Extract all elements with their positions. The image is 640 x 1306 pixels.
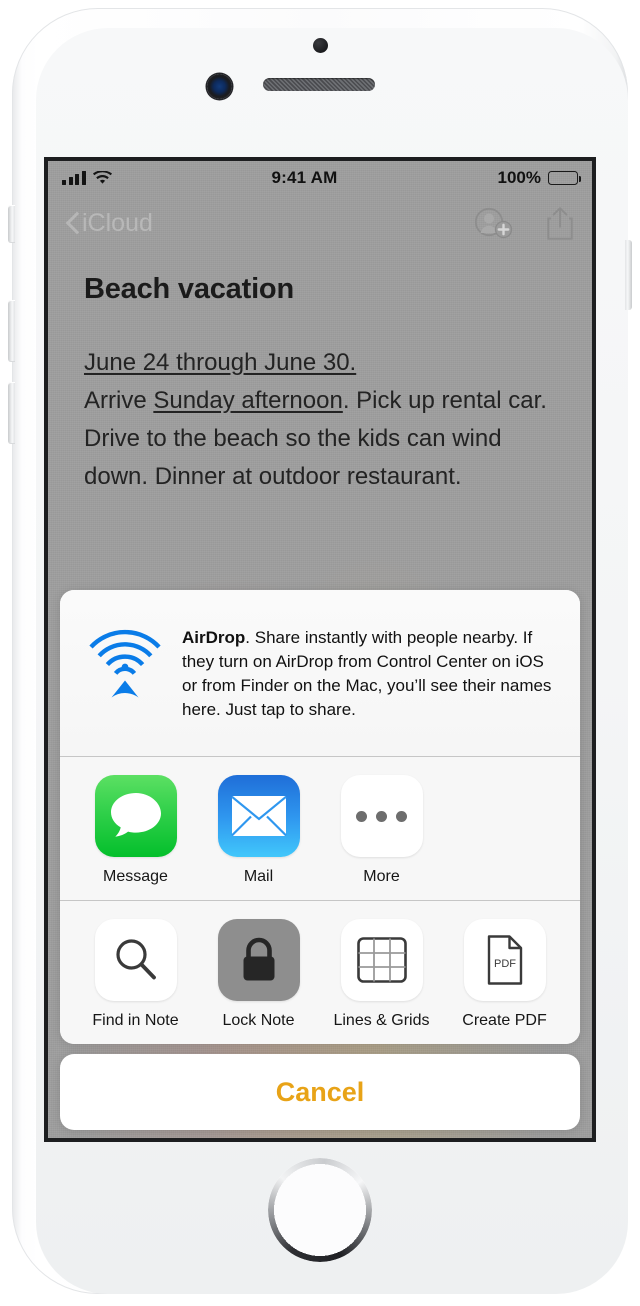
note-line2-prefix: Arrive	[84, 387, 154, 414]
home-button[interactable]	[268, 1158, 372, 1262]
back-label: iCloud	[82, 208, 153, 237]
cancel-label: Cancel	[275, 1076, 365, 1107]
airdrop-section[interactable]: AirDrop. Share instantly with people nea…	[60, 590, 580, 756]
share-target-label: Message	[103, 868, 168, 885]
share-sheet-panel: AirDrop. Share instantly with people nea…	[60, 590, 580, 1044]
airdrop-description: AirDrop. Share instantly with people nea…	[182, 616, 558, 722]
silent-switch[interactable]	[8, 205, 15, 243]
action-clipped[interactable]	[566, 919, 580, 1030]
status-time: 9:41 AM	[271, 168, 338, 187]
wifi-icon	[92, 171, 112, 184]
status-right: 100%	[497, 168, 582, 188]
front-camera-icon	[207, 74, 232, 99]
proximity-sensor-icon	[313, 38, 328, 53]
more-dots-icon	[340, 775, 423, 857]
volume-down-button[interactable]	[8, 382, 15, 444]
share-sheet: AirDrop. Share instantly with people nea…	[60, 590, 580, 1130]
status-bar: 9:41 AM 100%	[48, 161, 592, 195]
note-line-date: June 24 through June 30.	[84, 349, 357, 376]
action-label: Lock Note	[222, 1012, 295, 1029]
phone-screen: 9:41 AM 100% iCloud Beach vacation June …	[44, 157, 596, 1142]
action-create-pdf[interactable]: PDF Create PDF	[443, 919, 566, 1030]
iphone-device: 9:41 AM 100% iCloud Beach vacation June …	[0, 0, 640, 1306]
airdrop-title: AirDrop	[182, 628, 246, 647]
home-button-ring	[268, 1158, 372, 1262]
chevron-left-icon	[66, 212, 79, 234]
action-label: Find in Note	[92, 1012, 179, 1029]
action-lock-note[interactable]: Lock Note	[197, 919, 320, 1030]
earpiece-speaker-icon	[263, 78, 375, 91]
battery-full-icon	[548, 171, 582, 185]
cancel-button[interactable]: Cancel	[60, 1054, 580, 1130]
note-body[interactable]: June 24 through June 30. Arrive Sunday a…	[84, 344, 572, 496]
back-to-icloud-button[interactable]: iCloud	[66, 209, 153, 238]
status-left	[62, 170, 112, 185]
pdf-document-icon: PDF	[463, 919, 546, 1001]
action-lines-and-grids[interactable]: Lines & Grids	[320, 919, 443, 1030]
airdrop-icon	[82, 618, 168, 704]
message-bubble-icon	[94, 775, 177, 857]
add-person-icon[interactable]	[474, 207, 514, 239]
volume-up-button[interactable]	[8, 300, 15, 362]
share-target-mail[interactable]: Mail	[197, 775, 320, 886]
mail-envelope-icon	[217, 775, 300, 857]
note-line2-underlined: Sunday afternoon	[153, 387, 343, 414]
share-icon[interactable]	[546, 206, 574, 240]
cellular-bars-icon	[62, 170, 86, 185]
share-target-label: More	[363, 868, 400, 885]
note-title: Beach vacation	[84, 273, 294, 305]
nav-icon-group	[474, 206, 574, 240]
power-button[interactable]	[625, 240, 632, 310]
battery-percent-label: 100%	[497, 168, 541, 187]
share-target-label: Mail	[243, 868, 274, 885]
svg-text:PDF: PDF	[494, 958, 516, 970]
action-find-in-note[interactable]: Find in Note	[74, 919, 197, 1030]
share-target-more[interactable]: More	[320, 775, 443, 886]
share-target-message[interactable]: Message	[74, 775, 197, 886]
lock-icon	[217, 919, 300, 1001]
magnifier-icon	[94, 919, 177, 1001]
share-apps-row: Message Mail More	[60, 757, 580, 900]
action-label: Create PDF	[462, 1012, 547, 1029]
share-actions-row: Find in Note Lock Note Lines & Grids PDF…	[60, 901, 580, 1044]
note-nav-bar: iCloud	[48, 195, 592, 251]
grid-icon	[340, 919, 423, 1001]
action-label: Lines & Grids	[333, 1012, 430, 1029]
